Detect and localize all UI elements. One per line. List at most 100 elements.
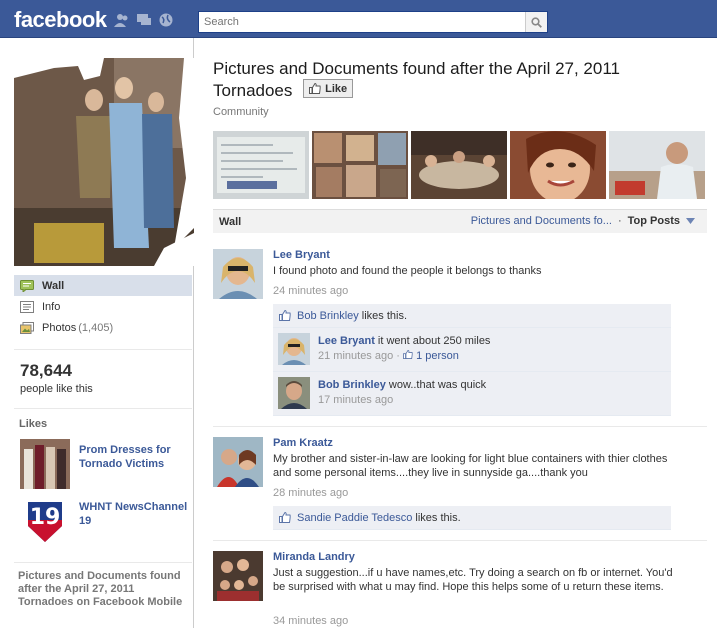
likes-count: 78,644 <box>20 361 72 380</box>
left-column: Wall Info Photos (1,405) 78,644 people l… <box>0 38 194 628</box>
nav-item-label: Photos <box>42 321 77 334</box>
photos-count: (1,405) <box>78 321 114 334</box>
top-bar: facebook <box>0 0 717 38</box>
svg-text:19: 19 <box>30 505 61 530</box>
search-icon <box>531 16 542 28</box>
wall-label: Wall <box>219 215 242 228</box>
avatar[interactable] <box>213 437 263 487</box>
photo-thumbnail[interactable] <box>510 131 606 199</box>
post-timestamp[interactable]: 34 minutes ago <box>273 615 348 627</box>
post-divider <box>213 540 707 541</box>
wall-header: Wall Pictures and Documents fo... · Top … <box>213 209 707 233</box>
avatar[interactable] <box>278 377 310 409</box>
profile-picture[interactable] <box>14 58 194 266</box>
nav-item-wall[interactable]: Wall <box>14 275 192 296</box>
avatar[interactable] <box>213 249 263 299</box>
post-author[interactable]: Pam Kraatz <box>273 437 333 449</box>
top-posts-dropdown[interactable]: Top Posts <box>628 215 680 227</box>
facebook-logo[interactable]: facebook <box>14 7 107 33</box>
left-nav: Wall Info Photos (1,405) <box>14 275 192 338</box>
divider <box>14 408 192 409</box>
post-feedback: Sandie Paddie Tedesco likes this. <box>273 506 671 530</box>
like-sentence: Sandie Paddie Tedesco likes this. <box>273 506 671 530</box>
photo-thumbnail[interactable] <box>411 131 507 199</box>
wall-post: Lee Bryant I found photo and found the p… <box>213 249 707 419</box>
like-suffix: likes this. <box>361 309 408 322</box>
page-title-text: Pictures and Documents found after the A… <box>213 59 620 100</box>
wall-filter-page[interactable]: Pictures and Documents fo... <box>471 215 612 227</box>
chevron-down-icon[interactable] <box>686 218 695 224</box>
like-suffix: likes this. <box>415 511 461 524</box>
post-timestamp[interactable]: 28 minutes ago <box>273 487 348 499</box>
comment: Lee Bryant it went about 250 miles 21 mi… <box>273 328 671 372</box>
comment: Bob Brinkley wow..that was quick 17 minu… <box>273 372 671 416</box>
thumbs-up-icon <box>403 349 413 359</box>
likes-text: people like this <box>20 383 93 395</box>
photo-strip <box>213 131 707 199</box>
thumbs-up-icon <box>309 83 321 94</box>
liked-page-thumbnail[interactable] <box>20 439 70 489</box>
search-box <box>198 11 548 33</box>
photos-icon <box>20 321 34 334</box>
nav-item-photos[interactable]: Photos (1,405) <box>14 317 192 338</box>
page-title: Pictures and Documents found after the A… <box>213 59 693 101</box>
liked-page-name[interactable]: WHNT NewsChannel 19 <box>79 500 199 528</box>
comment-meta: 21 minutes ago · 1 person <box>318 349 459 362</box>
post-author[interactable]: Miranda Landry <box>273 551 355 563</box>
messages-icon[interactable] <box>136 13 152 27</box>
comment-timestamp[interactable]: 17 minutes ago <box>318 394 393 406</box>
post-message: I found photo and found the people it be… <box>273 265 542 277</box>
avatar[interactable] <box>213 551 263 601</box>
liked-page-item[interactable]: Prom Dresses for Tornado Victims <box>20 439 192 489</box>
nav-item-label: Wall <box>42 279 65 292</box>
comment-text: wow..that was quick <box>388 379 487 391</box>
post-message: My brother and sister-in-law are looking… <box>273 453 668 479</box>
divider <box>14 349 192 350</box>
page-like-button[interactable]: Like <box>303 79 354 98</box>
comment-author-line: Lee Bryant it went about 250 miles <box>318 335 490 347</box>
comment-meta-separator: · <box>396 350 400 362</box>
wall-filter-separator: · <box>617 215 622 227</box>
post-message: Just a suggestion...if u have names,etc.… <box>273 567 673 593</box>
likes-heading: Likes <box>19 418 48 430</box>
wall-filter: Pictures and Documents fo... · Top Posts <box>471 215 695 227</box>
wall-icon <box>20 279 34 292</box>
friend-requests-icon[interactable] <box>114 13 130 27</box>
comment-timestamp[interactable]: 21 minutes ago <box>318 350 393 362</box>
wall-post: Pam Kraatz My brother and sister-in-law … <box>213 437 707 533</box>
mobile-link[interactable]: Pictures and Documents found after the A… <box>18 570 188 609</box>
info-icon <box>20 300 34 313</box>
search-button[interactable] <box>525 12 547 32</box>
notification-jewels <box>114 13 174 27</box>
post-divider <box>213 426 707 427</box>
post-timestamp[interactable]: 24 minutes ago <box>273 285 348 297</box>
nav-item-label: Info <box>42 300 61 313</box>
comment-like-count[interactable]: 1 person <box>416 350 459 362</box>
page-category: Community <box>213 106 269 118</box>
like-sentence: Bob Brinkley likes this. <box>273 304 671 328</box>
search-input[interactable] <box>199 12 519 32</box>
liker-name[interactable]: Sandie Paddie Tedesco <box>297 512 412 524</box>
photo-thumbnail[interactable] <box>213 131 309 199</box>
comment-author[interactable]: Bob Brinkley <box>318 379 386 391</box>
liked-page-item[interactable]: 19 WHNT NewsChannel 19 <box>20 496 192 546</box>
liker-name[interactable]: Bob Brinkley <box>297 310 359 322</box>
wall-post: Miranda Landry Just a suggestion...if u … <box>213 551 707 628</box>
post-feedback: Bob Brinkley likes this. Lee Bryant it w… <box>273 304 671 416</box>
comment-author-line: Bob Brinkley wow..that was quick <box>318 379 486 391</box>
thumbs-up-icon <box>279 512 291 523</box>
liked-page-name[interactable]: Prom Dresses for Tornado Victims <box>79 443 199 471</box>
thumbs-up-icon <box>279 310 291 321</box>
comment-author[interactable]: Lee Bryant <box>318 335 375 347</box>
notifications-globe-icon[interactable] <box>158 13 174 27</box>
post-author[interactable]: Lee Bryant <box>273 249 330 261</box>
like-button-label: Like <box>325 82 348 95</box>
photo-thumbnail[interactable] <box>609 131 705 199</box>
divider <box>14 562 192 563</box>
nav-item-info[interactable]: Info <box>14 296 192 317</box>
comment-meta: 17 minutes ago <box>318 394 393 406</box>
liked-page-thumbnail[interactable]: 19 <box>20 496 70 546</box>
comment-text: it went about 250 miles <box>377 335 491 347</box>
avatar[interactable] <box>278 333 310 365</box>
photo-thumbnail[interactable] <box>312 131 408 199</box>
